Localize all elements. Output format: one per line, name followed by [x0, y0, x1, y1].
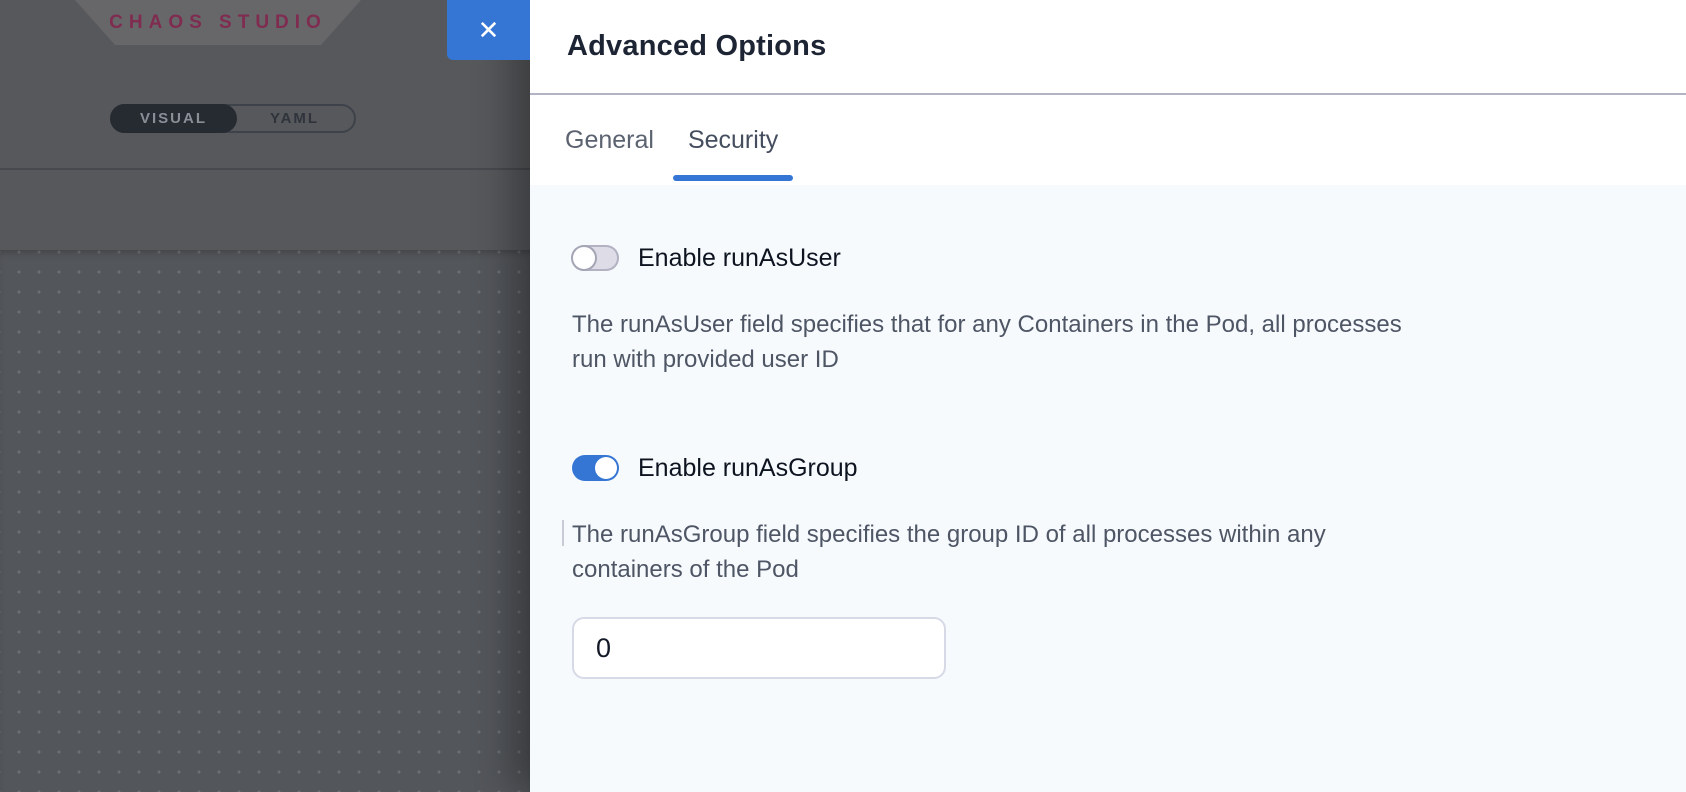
runasuser-row: Enable runAsUser: [572, 245, 1646, 271]
runasuser-description-line1: The runAsUser field specifies that for a…: [572, 307, 1646, 342]
tab-general[interactable]: General: [550, 95, 669, 185]
runasuser-description-line2: run with provided user ID: [572, 342, 1646, 377]
drawer-tabs: General Security: [530, 95, 1686, 185]
drawer-title: Advanced Options: [567, 30, 826, 63]
close-drawer-button[interactable]: ✕: [447, 0, 530, 60]
chaos-studio-brand-badge: CHAOS STUDIO: [75, 0, 361, 45]
workspace-backdrop: CHAOS STUDIO VISUAL YAML: [0, 0, 530, 792]
close-icon: ✕: [478, 17, 500, 43]
view-mode-yaml-button[interactable]: YAML: [235, 106, 354, 131]
brand-label: CHAOS STUDIO: [109, 12, 327, 34]
runasgroup-description-line2: containers of the Pod: [572, 552, 1646, 587]
canvas-header-strip: [0, 170, 530, 250]
tab-security[interactable]: Security: [673, 95, 793, 185]
runasgroup-toggle[interactable]: [572, 455, 619, 481]
runasgroup-value-input[interactable]: [572, 617, 946, 679]
drawer-header: Advanced Options: [530, 0, 1686, 95]
security-tab-panel: Enable runAsUser The runAsUser field spe…: [530, 185, 1686, 792]
runasuser-toggle[interactable]: [572, 245, 619, 271]
app-root: CHAOS STUDIO VISUAL YAML ✕ Advanced Opti…: [0, 0, 1686, 792]
runasuser-toggle-knob: [571, 245, 597, 271]
advanced-options-drawer: ✕ Advanced Options General Security Enab…: [530, 0, 1686, 792]
runasuser-description: The runAsUser field specifies that for a…: [572, 307, 1646, 377]
runasgroup-description: The runAsGroup field specifies the group…: [572, 517, 1646, 587]
active-tab-underline: [673, 175, 793, 181]
runasgroup-toggle-label: Enable runAsGroup: [638, 454, 858, 483]
runasgroup-row: Enable runAsGroup: [572, 455, 1646, 481]
canvas-dot-grid: [0, 250, 530, 792]
runasgroup-toggle-knob: [595, 457, 617, 479]
runasuser-toggle-label: Enable runAsUser: [638, 244, 841, 273]
tab-security-label: Security: [688, 126, 778, 155]
text-cursor: [562, 520, 564, 546]
view-mode-visual-button[interactable]: VISUAL: [110, 104, 237, 133]
view-mode-switch: VISUAL YAML: [110, 104, 356, 133]
runasgroup-description-line1: The runAsGroup field specifies the group…: [572, 517, 1646, 552]
